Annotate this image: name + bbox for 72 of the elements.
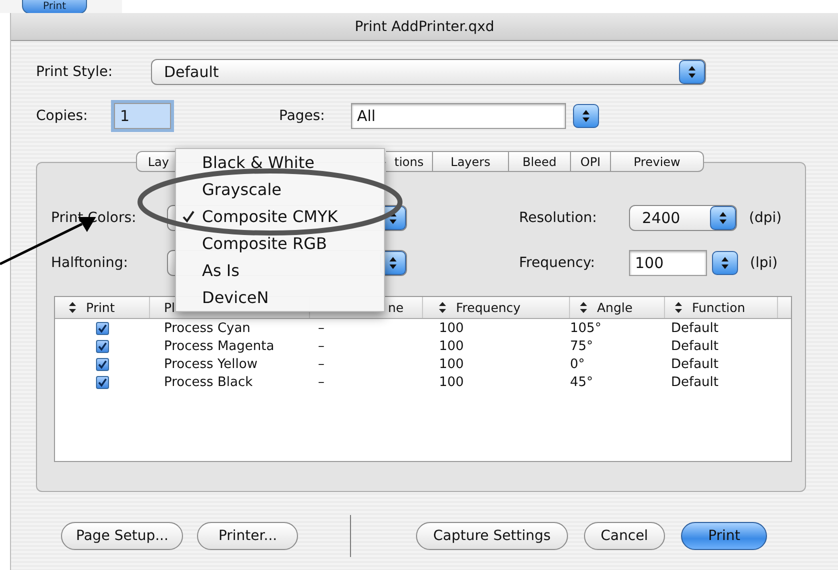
menu-item[interactable]: Black & White bbox=[176, 149, 384, 176]
dpi-unit-label: (dpi) bbox=[749, 210, 782, 226]
menu-item[interactable]: Grayscale bbox=[176, 176, 384, 203]
column-header[interactable]: Print bbox=[55, 297, 150, 318]
table-cell-text: – bbox=[317, 356, 326, 372]
table-cell-text: Process Cyan bbox=[163, 320, 252, 336]
sort-icon bbox=[439, 302, 446, 313]
stepper-arrows-icon bbox=[582, 109, 590, 123]
tab[interactable]: tions bbox=[386, 151, 433, 172]
dialog-button[interactable]: Capture Settings bbox=[416, 522, 568, 550]
table-cell-text: 100 bbox=[438, 356, 465, 372]
menu-item[interactable]: Composite RGB bbox=[176, 230, 384, 257]
table-cell-text: – bbox=[317, 374, 326, 390]
stepper-arrows-icon bbox=[389, 211, 397, 225]
table-cell-text: Default bbox=[670, 338, 720, 354]
table-cell-text: 0° bbox=[570, 356, 586, 372]
frequency-stepper-button[interactable] bbox=[712, 251, 738, 275]
lpi-unit-label: (lpi) bbox=[750, 255, 778, 271]
table-cell-text: – bbox=[317, 338, 326, 354]
dialog-button[interactable]: Print bbox=[681, 522, 768, 550]
tab[interactable]: Layers bbox=[433, 151, 509, 172]
column-header[interactable]: Function bbox=[665, 297, 778, 318]
print-checkbox[interactable] bbox=[96, 376, 109, 388]
background-print-button[interactable]: Print bbox=[22, 0, 88, 14]
table-cell-text: 100 bbox=[438, 320, 465, 336]
stepper-arrows-icon bbox=[721, 256, 729, 270]
print-checkbox[interactable] bbox=[96, 358, 109, 370]
print-style-dropdown[interactable]: Default bbox=[151, 59, 706, 85]
print-checkbox[interactable] bbox=[96, 340, 109, 352]
stepper-arrows-icon bbox=[389, 256, 397, 270]
tab[interactable]: Preview bbox=[611, 151, 704, 172]
resolution-label: Resolution: bbox=[519, 210, 598, 226]
pages-stepper-button[interactable] bbox=[573, 104, 599, 128]
stepper-arrows-icon bbox=[688, 65, 696, 79]
column-header[interactable]: Angle bbox=[570, 297, 665, 318]
column-header[interactable]: Frequency bbox=[423, 297, 570, 318]
tab[interactable]: OPI bbox=[571, 151, 611, 172]
frequency-label: Frequency: bbox=[519, 255, 596, 271]
tab[interactable]: Bleed bbox=[509, 151, 571, 172]
copies-field[interactable]: 1 bbox=[114, 103, 171, 129]
table-cell-text: Process Black bbox=[163, 374, 254, 390]
table-cell-text: Process Magenta bbox=[163, 338, 276, 354]
sort-icon bbox=[580, 302, 587, 313]
table-cell-text: Default bbox=[670, 320, 720, 336]
pages-field[interactable]: All bbox=[351, 103, 566, 129]
print-style-label: Print Style: bbox=[36, 64, 114, 80]
menu-item[interactable]: DeviceN bbox=[176, 284, 384, 311]
pages-label: Pages: bbox=[279, 108, 326, 124]
halftoning-label: Halftoning: bbox=[51, 255, 129, 271]
table-cell-text: 45° bbox=[570, 374, 594, 390]
table-cell-text: 75° bbox=[570, 338, 594, 354]
print-checkbox[interactable] bbox=[96, 322, 109, 334]
stepper-arrows-icon bbox=[719, 211, 727, 225]
printer-button[interactable]: Printer... bbox=[197, 522, 298, 550]
frequency-field[interactable]: 100 bbox=[629, 250, 707, 276]
sort-icon bbox=[69, 302, 76, 313]
table-cell-text: – bbox=[317, 320, 326, 336]
dialog-button[interactable]: Cancel bbox=[584, 522, 666, 550]
menu-item[interactable]: Composite CMYK bbox=[176, 203, 384, 230]
sort-icon bbox=[675, 302, 682, 313]
table-cell-text: 100 bbox=[438, 374, 465, 390]
menu-item[interactable]: As Is bbox=[176, 257, 384, 284]
table-cell-text: Default bbox=[670, 356, 720, 372]
table-cell-text: 105° bbox=[570, 320, 602, 336]
copies-label: Copies: bbox=[36, 108, 89, 124]
window-title: Print AddPrinter.qxd bbox=[11, 13, 838, 41]
table-cell-text: Process Yellow bbox=[163, 356, 258, 372]
resolution-dropdown[interactable]: 2400 bbox=[629, 205, 737, 231]
tab[interactable]: Lay bbox=[136, 151, 176, 172]
table-cell-text: 100 bbox=[438, 338, 465, 354]
page-setup-button[interactable]: Page Setup... bbox=[61, 522, 184, 550]
table-cell-text: Default bbox=[670, 374, 720, 390]
